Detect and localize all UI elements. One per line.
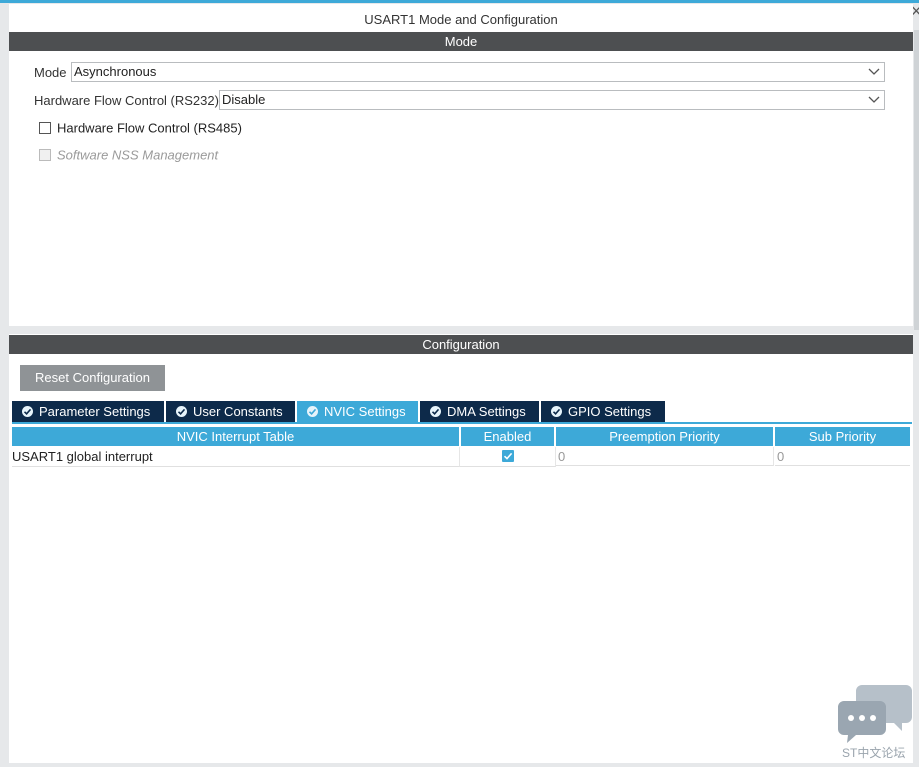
hwflow-rs232-value: Disable [222,92,266,107]
tab-parameter-settings[interactable]: Parameter Settings [12,401,164,423]
check-circle-icon [307,406,318,418]
check-circle-icon [176,406,187,418]
configuration-section-header: Configuration [9,335,913,354]
config-tabs: Parameter Settings User Constants NVIC S… [12,401,667,423]
checkmark-icon [503,452,513,460]
mode-section-header: Mode [9,32,913,51]
mode-select-value: Asynchronous [74,64,157,79]
window-top-accent [0,0,919,3]
hwflow-rs485-checkbox-row[interactable]: Hardware Flow Control (RS485) [39,120,242,136]
hwflow-rs485-checkbox[interactable] [39,121,51,134]
column-header-interrupt[interactable]: NVIC Interrupt Table [12,427,459,446]
software-nss-label: Software NSS Management [57,147,219,163]
right-edge-strip [914,30,919,330]
mode-label: Mode [34,65,67,80]
interrupt-name-cell[interactable]: USART1 global interrupt [12,447,460,467]
tab-label: GPIO Settings [568,404,652,419]
tab-label: Parameter Settings [39,404,151,419]
hwflow-rs232-select[interactable]: Disable [219,90,885,110]
column-header-sub-priority[interactable]: Sub Priority [775,427,910,446]
hwflow-rs232-label: Hardware Flow Control (RS232) [34,93,219,108]
chevron-down-icon [868,96,880,103]
column-header-preemption[interactable]: Preemption Priority [556,427,773,446]
software-nss-checkbox [39,148,51,161]
tab-label: NVIC Settings [324,404,406,419]
tab-underline [12,422,912,424]
tab-user-constants[interactable]: User Constants [166,401,295,423]
chevron-down-icon [868,68,880,75]
window-title: USART1 Mode and Configuration [364,12,558,27]
check-circle-icon [551,406,562,418]
configuration-panel: Configuration Reset Configuration Parame… [9,334,913,763]
enabled-checkbox[interactable] [502,450,514,462]
hwflow-rs485-label: Hardware Flow Control (RS485) [57,120,242,136]
tab-gpio-settings[interactable]: GPIO Settings [541,401,665,423]
tab-dma-settings[interactable]: DMA Settings [420,401,539,423]
preemption-priority-cell[interactable]: 0 [556,447,774,466]
tab-label: DMA Settings [447,404,526,419]
watermark-text: ST中文论坛 [842,746,906,760]
check-circle-icon [430,406,441,418]
column-header-enabled[interactable]: Enabled [461,427,554,446]
software-nss-checkbox-row: Software NSS Management [39,147,218,163]
tab-nvic-settings[interactable]: NVIC Settings [297,401,418,423]
tab-label: User Constants [193,404,283,419]
reset-configuration-button[interactable]: Reset Configuration [20,365,165,391]
mode-panel: USART1 Mode and Configuration Mode Mode … [9,4,913,326]
check-circle-icon [22,406,33,418]
sub-priority-cell[interactable]: 0 [775,447,910,466]
mode-select[interactable]: Asynchronous [71,62,885,82]
